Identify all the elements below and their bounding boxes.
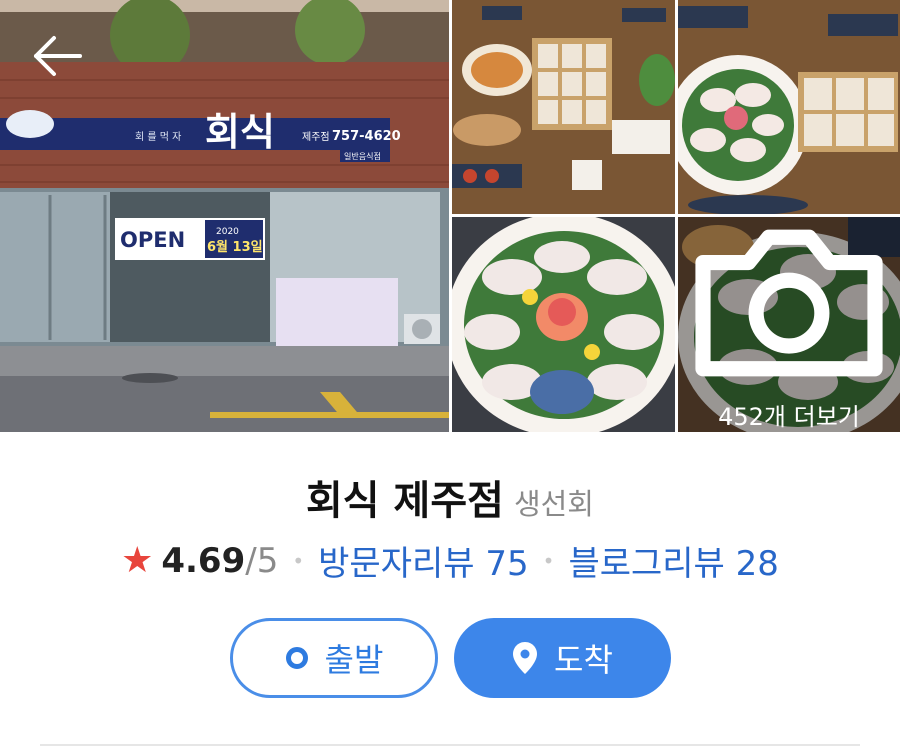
sign-title: 회식: [205, 110, 275, 154]
visitor-reviews-link[interactable]: 방문자리뷰 75: [318, 536, 528, 585]
photo-gallery: 회식 회 를 먹 자 제주점 757-4620 일반음식점 OPEN 2020 …: [0, 0, 900, 432]
more-photos-overlay[interactable]: 452개 더보기: [678, 217, 900, 432]
sign-small-text: 회 를 먹 자: [135, 131, 181, 143]
back-arrow-icon: [34, 36, 82, 76]
rating-slash: /: [245, 540, 257, 581]
food-photo-1[interactable]: [452, 0, 675, 214]
location-pin-icon: [512, 641, 538, 675]
place-category: 생선회: [513, 487, 594, 521]
section-divider: [40, 744, 860, 746]
place-title-row: 회식 제주점 생선회: [0, 468, 900, 526]
sign-phone-prefix: 제주점: [302, 131, 330, 143]
start-button-label: 출발: [324, 641, 384, 679]
star-icon: ★: [121, 540, 154, 581]
arrive-button[interactable]: 도착: [454, 618, 671, 698]
separator-dot: •: [292, 548, 305, 573]
back-button[interactable]: [24, 30, 84, 82]
rating-score: 4.69: [161, 540, 246, 581]
rating-max: 5: [256, 540, 279, 581]
food-photo-2[interactable]: [678, 0, 900, 214]
rating-row: ★ 4.69/5 • 방문자리뷰 75 • 블로그리뷰 28: [0, 536, 900, 585]
separator-dot: •: [542, 548, 555, 573]
storefront-photo[interactable]: 회식 회 를 먹 자 제주점 757-4620 일반음식점 OPEN 2020 …: [0, 0, 449, 432]
sign-sub-text: 일반음식점: [344, 151, 381, 161]
start-button[interactable]: 출발: [230, 618, 438, 698]
food-photo-more[interactable]: 452개 더보기: [678, 217, 900, 432]
origin-dot-icon: [285, 646, 309, 670]
arrive-button-label: 도착: [554, 641, 613, 679]
banner-open: OPEN: [120, 228, 185, 252]
more-photos-label: 452개 더보기: [718, 403, 860, 431]
banner-date: 6월 13일: [207, 239, 263, 255]
food-photo-3[interactable]: [452, 217, 675, 432]
place-name: 회식 제주점: [306, 478, 504, 524]
blog-reviews-link[interactable]: 블로그리뷰 28: [568, 536, 778, 585]
sign-phone: 757-4620: [332, 129, 401, 144]
camera-icon: [695, 229, 883, 377]
banner-year: 2020: [216, 227, 239, 237]
